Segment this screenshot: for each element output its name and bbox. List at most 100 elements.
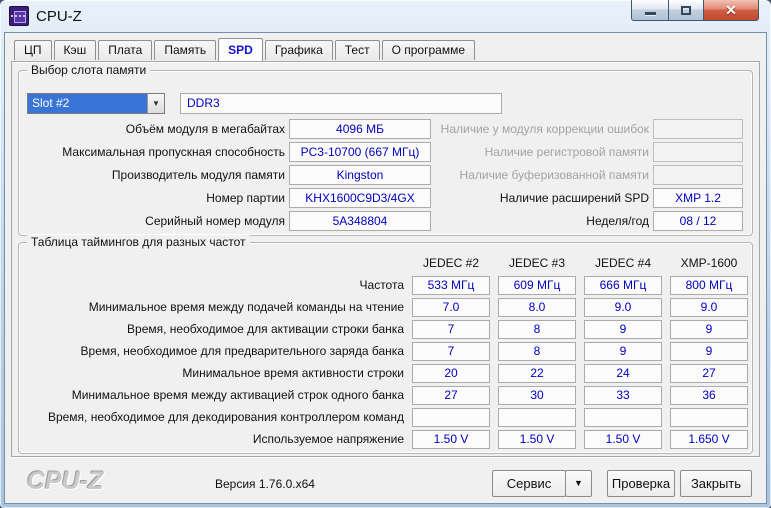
timing-row-label: Время, необходимое для декодирования кон… bbox=[21, 410, 408, 424]
maximize-button[interactable] bbox=[668, 0, 704, 21]
validate-button[interactable]: Проверка bbox=[607, 470, 675, 497]
timing-value-cell: 9 bbox=[670, 342, 748, 361]
info-value-field bbox=[653, 119, 743, 139]
timing-value-cell bbox=[670, 408, 748, 427]
timing-value-cell: 609 МГц bbox=[498, 276, 576, 295]
timing-value-cell: 533 МГц bbox=[412, 276, 490, 295]
timing-value-cell: 27 bbox=[670, 364, 748, 383]
dropdown-button[interactable]: ▼ bbox=[147, 94, 164, 113]
info-label: Объём модуля в мегабайтах bbox=[25, 122, 289, 136]
timings-column-header: XMP-1600 bbox=[666, 256, 752, 270]
memory-slot-group-title: Выбор слота памяти bbox=[27, 63, 150, 77]
chevron-down-icon: ▼ bbox=[152, 99, 160, 108]
timing-value-cell: 9.0 bbox=[670, 298, 748, 317]
timing-value-cell: 36 bbox=[670, 386, 748, 405]
info-value-field: KHX1600C9D3/4GX bbox=[289, 188, 431, 208]
timing-value-cell: 7.0 bbox=[412, 298, 490, 317]
info-row: Наличие буферизованной памяти bbox=[439, 165, 743, 185]
window-title: CPU-Z bbox=[36, 8, 82, 25]
timing-row-label: Используемое напряжение bbox=[21, 432, 408, 446]
info-value-field: 4096 МБ bbox=[289, 119, 431, 139]
timing-value-cell: 1.50 V bbox=[584, 430, 662, 449]
info-row: Объём модуля в мегабайтах4096 МБ bbox=[25, 119, 431, 139]
app-icon bbox=[9, 6, 29, 26]
close-button[interactable]: ✕ bbox=[704, 0, 759, 21]
timing-value-cell bbox=[498, 408, 576, 427]
info-label: Неделя/год bbox=[439, 214, 653, 228]
info-row: Серийный номер модуля5A348804 bbox=[25, 211, 431, 231]
version-text: Версия 1.76.0.x64 bbox=[215, 477, 315, 491]
module-info-right-column: Наличие у модуля коррекции ошибок Наличие… bbox=[439, 119, 743, 231]
timing-row-label: Минимальное время между подачей команды … bbox=[21, 300, 408, 314]
tools-button[interactable]: Сервис bbox=[492, 470, 566, 497]
tab-О программе[interactable]: О программе bbox=[382, 40, 475, 60]
timing-row-label: Частота bbox=[21, 278, 408, 292]
info-label: Наличие буферизованной памяти bbox=[439, 168, 653, 182]
timing-value-cell: 7 bbox=[412, 320, 490, 339]
timing-value-cell: 20 bbox=[412, 364, 490, 383]
info-row: Наличие у модуля коррекции ошибок bbox=[439, 119, 743, 139]
info-label: Наличие у модуля коррекции ошибок bbox=[439, 122, 653, 136]
timings-column-header: JEDEC #2 bbox=[408, 256, 494, 270]
info-row: Максимальная пропускная способностьPC3-1… bbox=[25, 142, 431, 162]
cpu-z-window: CPU-Z ✕ ЦПКэшПлатаПамятьSPDГрафикаТестО … bbox=[0, 0, 771, 508]
tab-Тест[interactable]: Тест bbox=[335, 40, 380, 60]
timings-column-header: JEDEC #3 bbox=[494, 256, 580, 270]
timing-value-cell: 9 bbox=[670, 320, 748, 339]
timing-value-cell: 666 МГц bbox=[584, 276, 662, 295]
window-controls: ✕ bbox=[631, 0, 759, 21]
timing-value-cell bbox=[584, 408, 662, 427]
tab-Плата[interactable]: Плата bbox=[98, 40, 152, 60]
info-row: Наличие расширений SPDXMP 1.2 bbox=[439, 188, 743, 208]
timing-value-cell: 22 bbox=[498, 364, 576, 383]
info-value-field: PC3-10700 (667 МГц) bbox=[289, 142, 431, 162]
memory-type-field: DDR3 bbox=[180, 93, 502, 114]
info-value-field: 5A348804 bbox=[289, 211, 431, 231]
timing-value-cell: 8 bbox=[498, 342, 576, 361]
timing-value-cell bbox=[412, 408, 490, 427]
maximize-icon bbox=[681, 6, 691, 15]
timing-value-cell: 1.650 V bbox=[670, 430, 748, 449]
timing-value-cell: 8 bbox=[498, 320, 576, 339]
tab-Графика[interactable]: Графика bbox=[265, 40, 333, 60]
info-label: Номер партии bbox=[25, 191, 289, 205]
chevron-down-icon: ▼ bbox=[574, 478, 583, 488]
timing-value-cell: 8.0 bbox=[498, 298, 576, 317]
info-row: Номер партииKHX1600C9D3/4GX bbox=[25, 188, 431, 208]
tab-SPD[interactable]: SPD bbox=[218, 38, 263, 61]
info-value-field: Kingston bbox=[289, 165, 431, 185]
info-label: Максимальная пропускная способность bbox=[25, 145, 289, 159]
timings-column-header: JEDEC #4 bbox=[580, 256, 666, 270]
slot-selected-value: Slot #2 bbox=[28, 94, 147, 113]
timing-row-label: Минимальное время активности строки bbox=[21, 366, 408, 380]
timing-value-cell: 9 bbox=[584, 320, 662, 339]
info-label: Производитель модуля памяти bbox=[25, 168, 289, 182]
info-value-field bbox=[653, 142, 743, 162]
timing-value-cell: 800 МГц bbox=[670, 276, 748, 295]
timings-table: JEDEC #2JEDEC #3JEDEC #4XMP-1600 Частота 5… bbox=[21, 253, 752, 449]
timing-value-cell: 33 bbox=[584, 386, 662, 405]
slot-select-dropdown[interactable]: Slot #2 ▼ bbox=[27, 93, 165, 114]
tools-dropdown-button[interactable]: ▼ bbox=[565, 470, 592, 497]
timing-row-label: Минимальное время между активацией строк… bbox=[21, 388, 408, 402]
timing-value-cell: 1.50 V bbox=[498, 430, 576, 449]
info-label: Наличие расширений SPD bbox=[439, 191, 653, 205]
tab-ЦП[interactable]: ЦП bbox=[14, 40, 52, 60]
info-value-field: 08 / 12 bbox=[653, 211, 743, 231]
tab-Память[interactable]: Память bbox=[154, 40, 216, 60]
tab-Кэш[interactable]: Кэш bbox=[54, 40, 97, 60]
info-row: Производитель модуля памятиKingston bbox=[25, 165, 431, 185]
timings-groupbox: Таблица таймингов для разных частот JEDE… bbox=[18, 242, 753, 454]
close-icon: ✕ bbox=[725, 2, 737, 19]
timing-value-cell: 24 bbox=[584, 364, 662, 383]
info-row: Неделя/год08 / 12 bbox=[439, 211, 743, 231]
timing-value-cell: 7 bbox=[412, 342, 490, 361]
minimize-button[interactable] bbox=[631, 0, 668, 21]
info-label: Серийный номер модуля bbox=[25, 214, 289, 228]
info-row: Наличие регистровой памяти bbox=[439, 142, 743, 162]
timing-row-label: Время, необходимое для активации строки … bbox=[21, 322, 408, 336]
timing-value-cell: 9.0 bbox=[584, 298, 662, 317]
memory-slot-groupbox: Выбор слота памяти Slot #2 ▼ DDR3 Объём … bbox=[18, 70, 753, 236]
spd-tab-page: Выбор слота памяти Slot #2 ▼ DDR3 Объём … bbox=[11, 61, 760, 457]
close-dialog-button[interactable]: Закрыть bbox=[680, 470, 752, 497]
